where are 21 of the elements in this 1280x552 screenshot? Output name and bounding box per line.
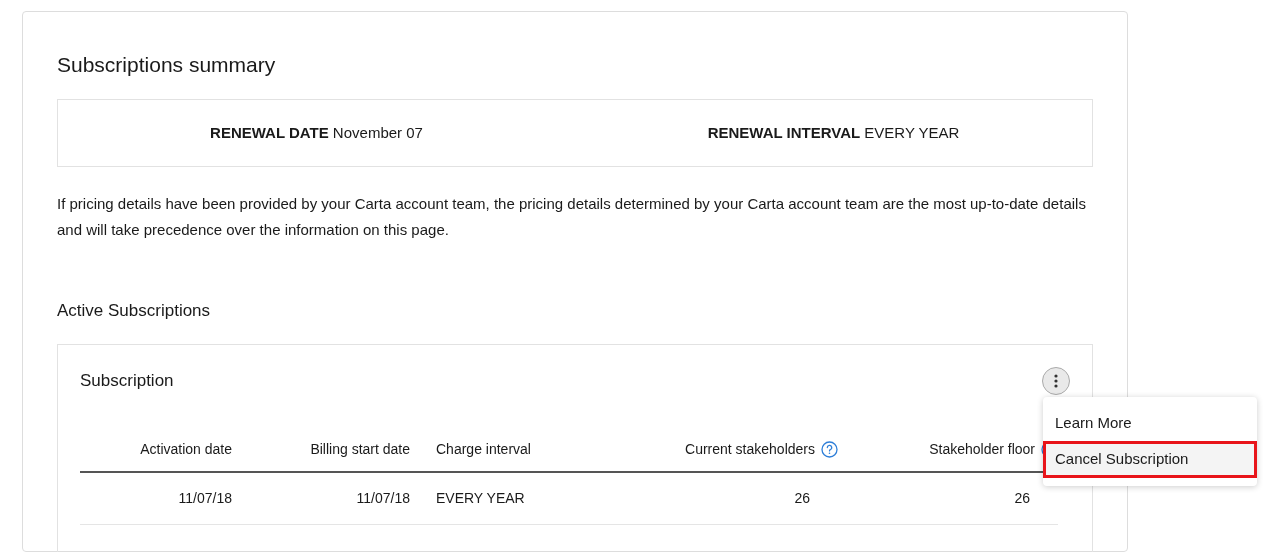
column-header: Charge interval [436, 439, 531, 459]
column-header: Billing start date [310, 439, 410, 459]
table-cell-text: 11/07/18 [356, 488, 410, 508]
column-header: Current stakeholders [685, 439, 815, 459]
table-cell-text: 26 [794, 488, 810, 508]
card-title: Subscription [80, 369, 174, 392]
summary-field: RENEWAL INTERVAL EVERY YEAR [707, 123, 960, 141]
more-icon [1054, 373, 1058, 388]
table-cell-text: 26 [1014, 488, 1030, 508]
more-options-button[interactable] [1042, 366, 1070, 395]
menu-item[interactable]: Learn More [1043, 404, 1257, 442]
column-header: Activation date [140, 439, 232, 459]
table-cell-text: 11/07/18 [178, 488, 232, 508]
section-heading: Active Subscriptions [57, 301, 212, 322]
summary-field: RENEWAL DATE November 07 [210, 123, 423, 141]
help-icon[interactable] [821, 440, 838, 458]
table-cell-text: EVERY YEAR [436, 488, 525, 508]
menu-item[interactable]: Cancel Subscription [1043, 441, 1257, 478]
pricing-notice: If pricing details have been provided by your Carta account team, the pricing details determined by your Carta account team are the most up-to-date details and will take precedence over the information on this page. [57, 194, 1087, 241]
column-header: Stakeholder floor [929, 439, 1035, 459]
section-title: Subscriptions summary [57, 52, 277, 78]
